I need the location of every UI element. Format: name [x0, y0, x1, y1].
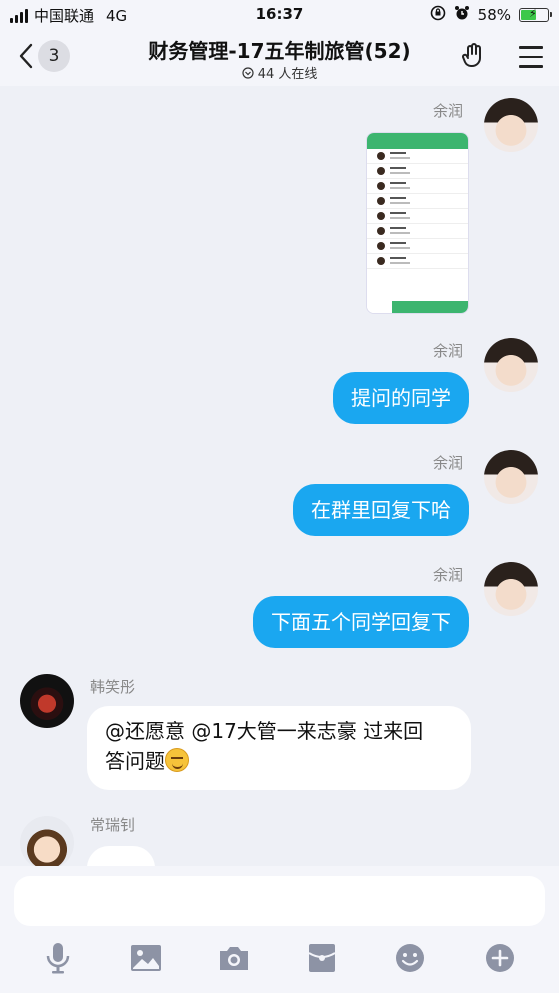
red-packet-button[interactable]	[304, 938, 340, 978]
chevron-down-circle-icon	[241, 67, 254, 79]
avatar[interactable]	[484, 338, 538, 392]
avatar[interactable]	[20, 816, 74, 866]
sender-name: 余润	[432, 342, 463, 360]
photo-button[interactable]	[128, 938, 164, 978]
alarm-icon	[454, 5, 470, 25]
hand-gesture-icon	[462, 43, 481, 67]
menu-button[interactable]	[519, 46, 543, 75]
avatar[interactable]	[484, 98, 538, 152]
camera-button[interactable]	[216, 938, 252, 978]
message-bubble[interactable]: 提问的同学	[333, 372, 469, 424]
emoji-button[interactable]	[392, 938, 428, 978]
rotation-lock-icon	[430, 5, 446, 25]
avatar[interactable]	[484, 562, 538, 616]
battery-icon: ⚡	[519, 7, 552, 22]
more-button[interactable]	[482, 938, 518, 978]
smirk-emoji-icon	[165, 748, 189, 772]
chat-header: 3 财务管理-17五年制旅管(52) 44 人在线	[0, 30, 559, 86]
online-count: 44 人在线	[257, 67, 318, 82]
sender-name: 余润	[432, 566, 463, 584]
message-bubble[interactable]: 在群里回复下哈	[293, 484, 469, 536]
message-bubble[interactable]: 下面五个同学回复下	[253, 596, 469, 648]
sender-name: 常瑞钊	[90, 816, 136, 834]
input-bar	[0, 866, 559, 993]
message-list[interactable]: 余润 余润 提问的同学 余润 在群里回复下哈 余润 下面五个同学回复下 韩笑彤 …	[0, 86, 559, 866]
message-text-line: @还愿意 @17大管一来志豪 过来回	[105, 719, 424, 743]
avatar[interactable]	[20, 674, 74, 728]
image-message[interactable]	[366, 132, 469, 314]
sender-name: 韩笑彤	[90, 678, 136, 696]
avatar[interactable]	[484, 450, 538, 504]
red-packet-icon	[308, 944, 336, 972]
battery-percent: 58%	[477, 6, 511, 24]
input-toolbar	[0, 938, 559, 978]
message-bubble[interactable]: @还愿意 @17大管一来志豪 过来回 答问题	[87, 706, 471, 790]
emoji-icon	[396, 944, 424, 972]
status-bar: 中国联通 4G 16:37 58% ⚡	[0, 0, 559, 30]
group-app-button[interactable]	[461, 42, 489, 74]
message-text-line: 答问题	[105, 749, 165, 773]
camera-icon	[220, 947, 248, 970]
image-icon	[131, 945, 161, 971]
message-input[interactable]	[14, 876, 545, 926]
plus-icon	[486, 944, 514, 972]
sender-name: 余润	[432, 454, 463, 472]
sender-name: 余润	[432, 102, 463, 120]
microphone-icon	[46, 943, 70, 974]
voice-button[interactable]	[40, 938, 76, 978]
message-bubble[interactable]	[87, 846, 155, 866]
